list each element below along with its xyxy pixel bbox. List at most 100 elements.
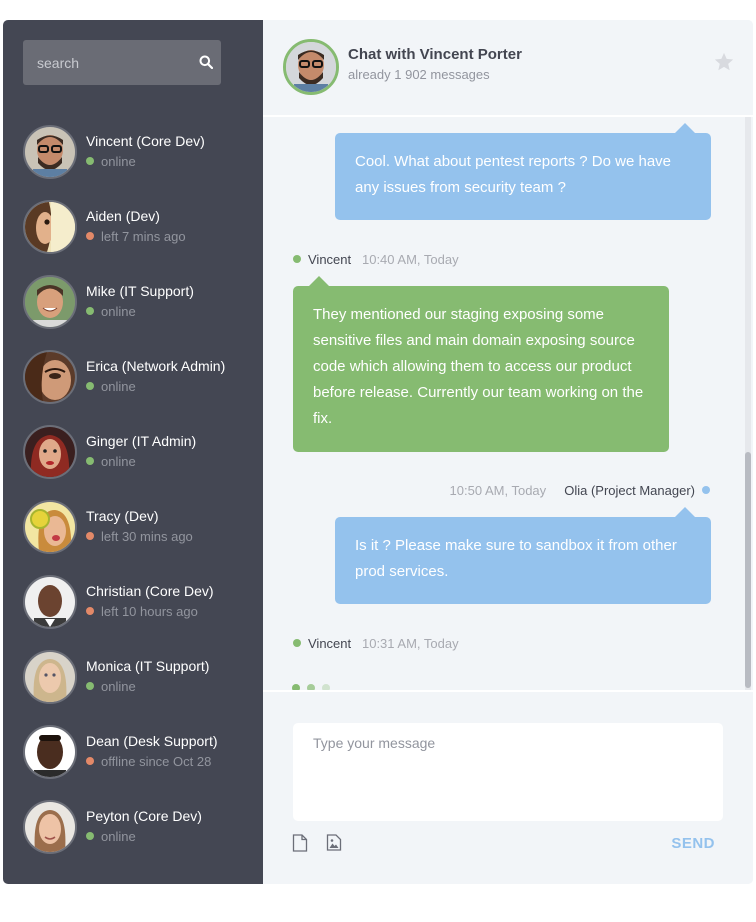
contact-status: online (86, 154, 136, 169)
contact-status-text: online (101, 829, 136, 844)
avatar (23, 425, 77, 479)
scrollbar[interactable] (745, 117, 751, 690)
message-composer: SEND (263, 692, 753, 884)
contact-item[interactable]: Monica (IT Support) online (3, 650, 263, 725)
contact-status-text: online (101, 679, 136, 694)
contact-status: online (86, 679, 136, 694)
contact-list: Vincent (Core Dev) online Aiden (Dev) le… (3, 125, 263, 875)
contact-status-text: left 7 mins ago (101, 229, 186, 244)
contact-status: online (86, 379, 136, 394)
contact-item[interactable]: Tracy (Dev) left 30 mins ago (3, 500, 263, 575)
scrollbar-thumb[interactable] (745, 452, 751, 688)
avatar (23, 500, 77, 554)
message-time: 10:50 AM, Today (449, 483, 547, 498)
contact-status-text: online (101, 379, 136, 394)
chat-history[interactable]: Cool. What about pentest reports ? Do we… (263, 117, 753, 692)
message-input[interactable] (293, 723, 723, 821)
message-bubble: Cool. What about pentest reports ? Do we… (335, 123, 711, 220)
status-dot (86, 757, 94, 765)
image-icon[interactable] (326, 834, 342, 851)
status-dot (86, 382, 94, 390)
message-bubble: Is it ? Please make sure to sandbox it f… (335, 507, 711, 604)
avatar (23, 575, 77, 629)
message-count: already 1 902 messages (348, 67, 490, 82)
message-time: 10:31 AM, Today (361, 636, 459, 651)
typing-dot (292, 684, 300, 690)
star-icon[interactable] (713, 51, 735, 73)
typing-dot (322, 684, 330, 690)
contact-name: Erica (Network Admin) (86, 358, 226, 374)
contact-item[interactable]: Ginger (IT Admin) online (3, 425, 263, 500)
typing-indicator (292, 679, 337, 690)
message-author: Vincent (308, 252, 352, 267)
contact-name: Christian (Core Dev) (86, 583, 214, 599)
contact-status: left 7 mins ago (86, 229, 186, 244)
message-author: Olia (Project Manager) (564, 483, 695, 498)
contact-item[interactable]: Christian (Core Dev) left 10 hours ago (3, 575, 263, 650)
contact-status-text: online (101, 304, 136, 319)
bubble-tail (675, 123, 695, 133)
contact-status: online (86, 829, 136, 844)
contact-item[interactable]: Dean (Desk Support) offline since Oct 28 (3, 725, 263, 800)
avatar (23, 350, 77, 404)
avatar (23, 200, 77, 254)
avatar (283, 39, 339, 95)
status-dot (86, 532, 94, 540)
online-dot (293, 255, 301, 263)
online-dot (293, 639, 301, 647)
contact-status-text: left 10 hours ago (101, 604, 198, 619)
chat-app: Vincent (Core Dev) online Aiden (Dev) le… (3, 20, 753, 884)
message-text: They mentioned our staging exposing some… (313, 306, 644, 427)
people-list: Vincent (Core Dev) online Aiden (Dev) le… (3, 20, 263, 884)
message-meta: Vincent 10:31 AM, Today (293, 636, 459, 651)
message-meta: Vincent 10:40 AM, Today (293, 252, 459, 267)
message-text: Cool. What about pentest reports ? Do we… (355, 153, 672, 196)
status-dot (86, 607, 94, 615)
typing-dot (307, 684, 315, 690)
contact-item[interactable]: Peyton (Core Dev) online (3, 800, 263, 875)
contact-name: Mike (IT Support) (86, 283, 194, 299)
send-button[interactable]: SEND (671, 835, 715, 852)
message-bubble: They mentioned our staging exposing some… (293, 276, 669, 452)
contact-item[interactable]: Vincent (Core Dev) online (3, 125, 263, 200)
file-icon[interactable] (292, 834, 308, 852)
contact-status: left 10 hours ago (86, 604, 198, 619)
contact-status-text: online (101, 454, 136, 469)
contact-status: offline since Oct 28 (86, 754, 211, 769)
message-time: 10:40 AM, Today (361, 252, 459, 267)
status-dot (86, 682, 94, 690)
contact-status: online (86, 454, 136, 469)
status-dot (86, 157, 94, 165)
contact-name: Aiden (Dev) (86, 208, 160, 224)
bubble-tail (309, 276, 329, 286)
contact-name: Vincent (Core Dev) (86, 133, 205, 149)
search-icon[interactable] (199, 55, 213, 69)
contact-status-text: left 30 mins ago (101, 529, 193, 544)
search-input[interactable] (23, 40, 197, 85)
bubble-tail (675, 507, 695, 517)
contact-status-text: offline since Oct 28 (101, 754, 212, 769)
status-dot (86, 307, 94, 315)
avatar (23, 650, 77, 704)
avatar (23, 125, 77, 179)
contact-status: left 30 mins ago (86, 529, 193, 544)
contact-name: Dean (Desk Support) (86, 733, 218, 749)
chat-panel: Chat with Vincent Porter already 1 902 m… (263, 20, 753, 884)
contact-name: Peyton (Core Dev) (86, 808, 202, 824)
search-box (23, 40, 221, 85)
contact-status: online (86, 304, 136, 319)
message-meta: 10:50 AM, Today Olia (Project Manager) (450, 483, 710, 498)
contact-name: Tracy (Dev) (86, 508, 159, 524)
avatar (23, 275, 77, 329)
avatar (23, 725, 77, 779)
online-dot (702, 486, 710, 494)
chat-header: Chat with Vincent Porter already 1 902 m… (263, 20, 753, 117)
contact-status-text: online (101, 154, 136, 169)
message-text: Is it ? Please make sure to sandbox it f… (355, 537, 677, 580)
status-dot (86, 832, 94, 840)
contact-name: Ginger (IT Admin) (86, 433, 197, 449)
contact-item[interactable]: Mike (IT Support) online (3, 275, 263, 350)
contact-item[interactable]: Aiden (Dev) left 7 mins ago (3, 200, 263, 275)
chat-title: Chat with Vincent Porter (348, 46, 522, 63)
contact-item[interactable]: Erica (Network Admin) online (3, 350, 263, 425)
